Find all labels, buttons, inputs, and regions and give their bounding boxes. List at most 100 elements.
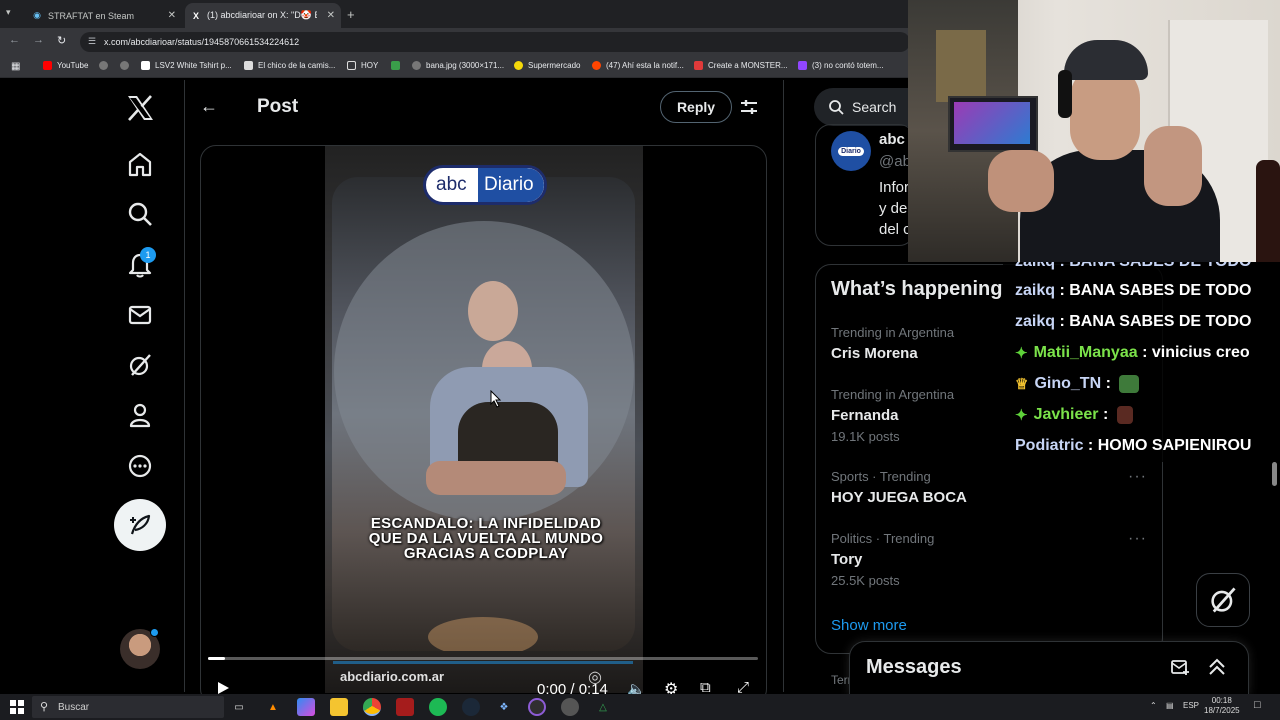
chat-username: zaikq [1015, 313, 1056, 330]
grok-icon[interactable] [125, 350, 155, 380]
recorder-icon[interactable] [561, 698, 579, 716]
expand-up-icon[interactable] [1207, 657, 1227, 682]
forward-icon[interactable]: → [33, 34, 44, 46]
bookmark-favicon [141, 61, 150, 70]
site-info-icon[interactable]: ☰ [88, 36, 96, 47]
clock-date: 18/7/2025 [1204, 706, 1240, 715]
video-progress-bar[interactable] [208, 657, 758, 660]
globe-icon[interactable]: ◎ [588, 667, 602, 687]
trend-meta: Trending in Argentina [831, 325, 955, 340]
file-explorer-icon[interactable] [330, 698, 348, 716]
bookmark-notif[interactable]: (47) Ahí esta la notif... [592, 61, 684, 70]
chat-separator: : [1055, 282, 1070, 299]
crown-badge-icon: ♕ [1015, 376, 1029, 393]
voicemeeter-icon[interactable] [396, 698, 414, 716]
bookmark-chico[interactable]: El chico de la camis... [244, 61, 335, 70]
stage-light [428, 617, 538, 651]
x-icon: X [192, 10, 199, 21]
close-icon[interactable]: ✕ [327, 10, 335, 21]
tab-search-dropdown[interactable]: ▾ [6, 7, 20, 21]
webcam-poster [936, 30, 986, 102]
language-indicator[interactable]: ESP [1183, 701, 1199, 710]
trend-name: Tory [831, 551, 863, 568]
home-icon[interactable] [125, 149, 155, 179]
tab-title: (1) abcdiarioar on X: "D🤡 ESCÁ [207, 10, 317, 20]
chat-message: ✦ Matii_Manyaa : vinicius creo [1015, 344, 1250, 362]
task-view-icon[interactable]: ▭ [230, 698, 248, 716]
explore-icon[interactable] [125, 199, 155, 229]
back-arrow-icon[interactable]: ← [200, 96, 218, 117]
chat-text: vinicius creo [1151, 344, 1250, 361]
windows-start-icon[interactable] [10, 700, 24, 719]
tab-x-post[interactable]: X (1) abcdiarioar on X: "D🤡 ESCÁ ✕ [185, 3, 341, 28]
account-card-avatar[interactable]: Diario [831, 131, 871, 171]
globe-icon [120, 61, 129, 70]
messages-icon[interactable] [125, 300, 155, 330]
grok-icon [1211, 587, 1236, 613]
sliders-icon[interactable] [739, 97, 759, 122]
profile-icon[interactable] [125, 400, 155, 430]
tab-straftat[interactable]: ◉ STRAFTAT en Steam ✕ [26, 3, 182, 28]
spotify-icon[interactable] [429, 698, 447, 716]
notification-center-icon[interactable]: □ [1254, 699, 1261, 711]
search-placeholder: Search [852, 99, 897, 115]
webcam-headphones [1058, 70, 1072, 118]
chat-message: zaikq : BANA SABES DE TODO [1015, 313, 1251, 331]
network-app-icon[interactable]: ❖ [495, 698, 513, 716]
tray-network-icon[interactable]: ▤ [1166, 701, 1174, 710]
google-drive-icon[interactable]: △ [594, 698, 612, 716]
bookmark-bana[interactable]: bana.jpg (3000×171... [412, 61, 504, 70]
search-icon [829, 100, 844, 115]
apps-grid-icon[interactable]: ▦ [11, 61, 20, 72]
back-icon[interactable]: ← [9, 34, 20, 46]
taskbar-search-input[interactable]: ⚲ Buscar [32, 696, 224, 718]
bookmark-youtube[interactable]: YouTube [43, 61, 88, 70]
taskbar-clock[interactable]: 00:18 18/7/2025 [1204, 696, 1240, 716]
chat-message: zaikq : BANA SABES DE TODO [1015, 282, 1251, 300]
compose-button[interactable] [114, 499, 166, 551]
twitch-icon [798, 61, 807, 70]
tray-chevron-icon[interactable]: ⌃ [1150, 701, 1157, 710]
bookmark-supermercado[interactable]: Supermercado [514, 61, 580, 70]
webcam-hand-left [988, 150, 1054, 212]
account-card-name[interactable]: abc [879, 131, 905, 148]
new-message-icon[interactable] [1170, 657, 1190, 682]
bookmark-hoy[interactable]: HOY [347, 61, 378, 70]
chat-message: Podiatric : HOMO SAPIENIROU [1015, 437, 1251, 455]
reply-button[interactable]: Reply [660, 91, 732, 123]
copilot-icon[interactable] [297, 698, 315, 716]
account-card-logo-text: Diario [838, 146, 864, 156]
grok-button[interactable] [1196, 573, 1250, 627]
bookmark-x-icon[interactable] [391, 61, 405, 70]
obs-icon[interactable] [528, 698, 546, 716]
youtube-icon [43, 61, 52, 70]
new-tab-icon[interactable]: + [347, 7, 355, 22]
close-icon[interactable]: ✕ [168, 10, 176, 21]
bookmark-globe[interactable] [99, 61, 113, 70]
tab-title: STRAFTAT en Steam [48, 10, 135, 21]
man-head [468, 281, 518, 341]
bookmark-globe-2[interactable] [120, 61, 134, 70]
bookmark-totem[interactable]: (3) no contó totem... [798, 61, 884, 70]
more-options-icon[interactable]: ··· [1128, 530, 1147, 548]
show-more-link[interactable]: Show more [831, 617, 907, 634]
bookmark-monster[interactable]: Create a MONSTER... [694, 61, 788, 70]
chat-separator: : [1055, 313, 1070, 330]
chat-separator: : [1137, 344, 1152, 361]
steam-icon[interactable] [462, 698, 480, 716]
more-options-icon[interactable]: ··· [1128, 468, 1147, 486]
chat-message: ♕ Gino_TN : [1015, 375, 1140, 393]
url-bar[interactable]: ☰ x.com/abcdiarioar/status/1945870661534… [80, 32, 910, 52]
reload-icon[interactable]: ↻ [57, 34, 66, 47]
page-title: Post [257, 96, 299, 117]
more-icon[interactable] [125, 451, 155, 481]
webcam-monitor-screen [954, 102, 1030, 144]
bookmark-lsv2[interactable]: LSV2 White Tshirt p... [141, 61, 232, 70]
vlc-icon[interactable]: ▲ [264, 698, 282, 716]
chrome-icon[interactable] [363, 698, 381, 716]
page-scrollbar[interactable] [1272, 462, 1277, 486]
column-divider-left [184, 80, 185, 692]
notification-badge: 1 [140, 247, 156, 263]
x-logo-icon[interactable] [125, 93, 155, 123]
webcam-bottle [1256, 160, 1280, 262]
